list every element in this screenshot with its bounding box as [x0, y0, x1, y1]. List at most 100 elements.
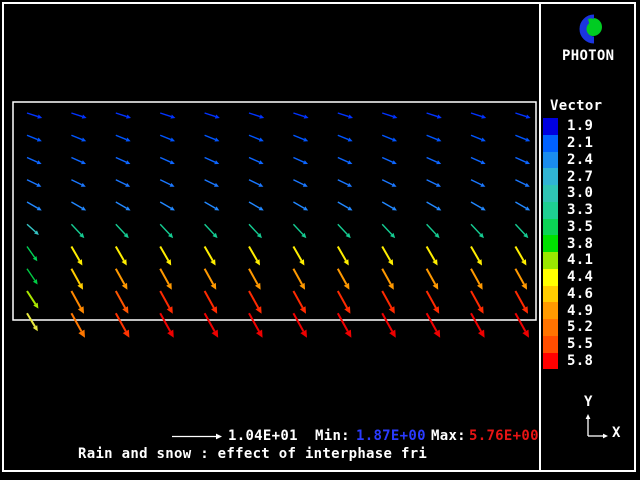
vector-arrow	[249, 180, 263, 187]
vector-arrow	[205, 247, 216, 266]
axis-y-arrow	[586, 414, 591, 436]
legend-swatch	[543, 319, 558, 336]
vector-arrows	[27, 113, 531, 338]
vector-arrow	[160, 180, 174, 187]
legend-swatch	[543, 185, 558, 202]
vector-arrow	[338, 269, 350, 290]
photon-logo-icon	[567, 11, 609, 47]
vector-arrow	[205, 291, 218, 314]
vector-arrow	[515, 269, 527, 290]
legend-swatch	[543, 235, 558, 252]
vector-arrow	[205, 135, 220, 141]
vector-arrow	[116, 158, 131, 165]
vector-arrow	[71, 313, 85, 337]
vector-arrow	[382, 269, 394, 290]
vector-arrow	[160, 291, 173, 314]
legend-level: 3.5	[543, 219, 593, 236]
legend-level: 5.5	[543, 336, 593, 353]
legend-level: 4.9	[543, 302, 593, 319]
legend-value: 2.1	[567, 135, 593, 151]
vector-arrow	[471, 224, 484, 238]
vector-arrow	[382, 224, 395, 238]
reference-arrow-glyph	[172, 434, 222, 440]
vector-arrow	[515, 180, 529, 187]
photon-window: PHOTON Vector 1.92.12.42.73.03.33.53.84.…	[0, 0, 640, 480]
vector-arrow	[249, 113, 264, 119]
vector-arrow	[382, 180, 396, 187]
vector-arrow	[116, 113, 131, 119]
vector-arrow	[382, 158, 397, 165]
vector-arrow	[338, 224, 351, 238]
legend-level: 3.0	[543, 185, 593, 202]
vector-arrow	[27, 224, 39, 235]
vector-arrow	[27, 113, 42, 119]
plot-caption: Rain and snow : effect of interphase fri	[78, 447, 427, 461]
min-label: Min:	[315, 429, 350, 443]
vector-arrow	[338, 135, 353, 141]
vector-arrow	[27, 269, 38, 285]
vector-arrow	[160, 247, 171, 266]
legend-swatch	[543, 353, 558, 370]
vector-arrow	[249, 202, 264, 211]
legend-swatch	[543, 286, 558, 303]
legend-value: 5.5	[567, 336, 593, 352]
legend-swatch	[543, 219, 558, 236]
vector-arrow	[293, 313, 307, 337]
vector-arrow	[249, 313, 263, 337]
legend-swatch	[543, 202, 558, 219]
vector-arrow	[293, 269, 305, 290]
vector-arrow	[427, 180, 441, 187]
vector-arrow	[205, 224, 218, 238]
vector-arrow	[471, 269, 483, 290]
vector-arrow	[338, 113, 353, 119]
reference-arrow	[172, 434, 222, 440]
legend-value: 3.8	[567, 236, 593, 252]
vector-arrow	[471, 247, 482, 266]
vector-arrow	[116, 180, 130, 187]
vector-arrow	[427, 158, 442, 165]
axis-x-label: X	[612, 426, 621, 440]
legend-swatch	[543, 168, 558, 185]
vector-arrow	[427, 135, 442, 141]
vector-arrow	[427, 313, 441, 337]
vector-arrow	[427, 224, 440, 238]
vector-arrow	[427, 269, 439, 290]
vector-arrow	[338, 180, 352, 187]
legend-value: 3.0	[567, 185, 593, 201]
vector-arrow	[471, 135, 486, 141]
vector-arrow	[293, 291, 306, 314]
vector-arrow	[338, 158, 353, 165]
vector-arrow	[27, 158, 42, 165]
legend-level: 4.6	[543, 286, 593, 303]
legend-swatch	[543, 336, 558, 353]
vector-arrow	[293, 224, 306, 238]
legend-swatch	[543, 252, 558, 269]
vector-arrow	[427, 202, 442, 211]
vector-arrow	[515, 247, 526, 266]
vector-arrow	[382, 291, 395, 314]
vector-arrow	[515, 202, 530, 211]
vector-arrow	[293, 180, 307, 187]
vector-arrow	[515, 291, 528, 314]
vector-arrow	[160, 202, 175, 211]
vector-arrow	[471, 158, 486, 165]
vector-arrow	[382, 202, 397, 211]
axis-x-arrow	[588, 434, 608, 439]
vector-arrow	[27, 247, 37, 262]
vector-arrow	[293, 135, 308, 141]
vector-arrow	[338, 247, 349, 266]
vector-arrow	[71, 113, 86, 119]
vector-arrow	[293, 158, 308, 165]
legend-level: 2.4	[543, 152, 593, 169]
max-value: 5.76E+00	[469, 429, 539, 443]
vector-arrow	[249, 158, 264, 165]
legend-swatch	[543, 135, 558, 152]
legend-swatch	[543, 269, 558, 286]
vector-arrow	[471, 202, 486, 211]
legend-level: 3.3	[543, 202, 593, 219]
vector-arrow	[471, 313, 485, 337]
legend-value: 4.9	[567, 303, 593, 319]
vector-arrow	[116, 291, 129, 314]
color-scale-legend: 1.92.12.42.73.03.33.53.84.14.44.64.95.25…	[543, 118, 593, 369]
min-value: 1.87E+00	[356, 429, 426, 443]
